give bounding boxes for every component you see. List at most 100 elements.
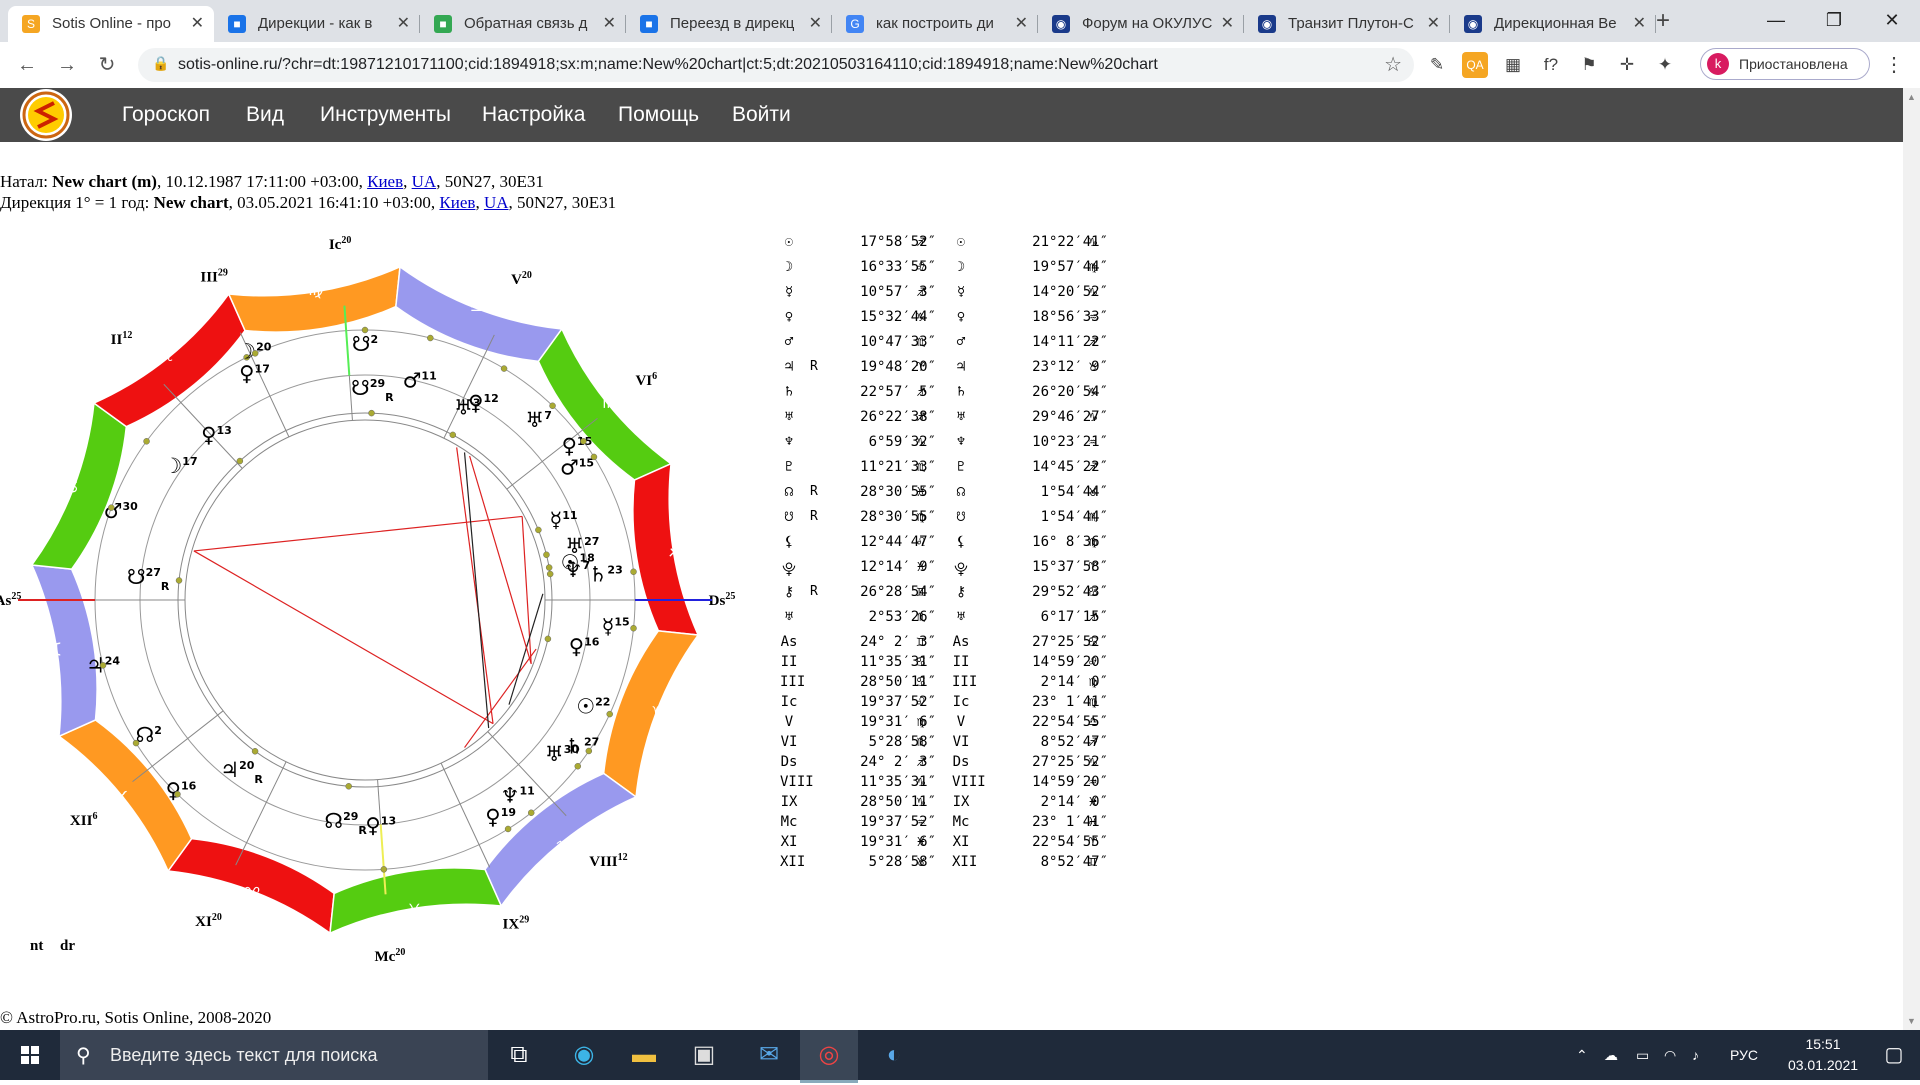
address-bar[interactable]: 🔒 sotis-online.ru/?chr=dt:19871210171100…: [138, 48, 1414, 82]
tab-close-icon[interactable]: ✕: [809, 6, 822, 42]
direction-country-link[interactable]: UA: [484, 193, 509, 212]
tab-close-icon[interactable]: ✕: [1221, 6, 1234, 42]
planet-icon[interactable]: ☊29R: [324, 809, 367, 837]
mail-icon[interactable]: ✉: [740, 1030, 798, 1080]
edge-icon[interactable]: ◉: [555, 1030, 613, 1080]
maximize-button[interactable]: ❐: [1806, 0, 1862, 42]
notification-icon[interactable]: ▢: [1868, 1030, 1920, 1080]
taskbar-search[interactable]: ⚲ Введите здесь текст для поиска: [60, 1030, 488, 1080]
battery-icon[interactable]: ▭: [1636, 1030, 1649, 1080]
browser-tab[interactable]: S Sotis Online - про ✕: [8, 6, 214, 42]
file-explorer-icon[interactable]: ▬: [615, 1030, 673, 1080]
extension-icon[interactable]: ⚑: [1576, 52, 1602, 78]
wifi-icon[interactable]: ◠: [1664, 1030, 1676, 1080]
planet-icon[interactable]: ♀16: [166, 779, 197, 803]
natal-label[interactable]: nt: [30, 938, 43, 955]
planet-icon[interactable]: ☋27R: [127, 565, 170, 593]
store-icon[interactable]: ▣: [675, 1030, 733, 1080]
planet-icon[interactable]: ♀16: [569, 635, 600, 659]
browser-tab[interactable]: ◉ Форум на ОКУЛУС ✕: [1038, 6, 1244, 42]
taskbar-clock[interactable]: 15:51 03.01.2021: [1778, 1034, 1868, 1076]
planet-icon[interactable]: ♃20R: [220, 758, 263, 786]
browser-tab[interactable]: ◉ Дирекционная Ве ✕: [1450, 6, 1656, 42]
nav-link[interactable]: Вид: [246, 88, 284, 142]
point-glyph-icon: As: [952, 634, 970, 650]
natal-country-link[interactable]: UA: [412, 172, 437, 191]
direction-label[interactable]: dr: [60, 938, 75, 955]
nav-link[interactable]: Инструменты: [320, 88, 451, 142]
browser-tab[interactable]: ■ Обратная связь д ✕: [420, 6, 626, 42]
planet-icon[interactable]: ☋2: [352, 332, 378, 356]
tab-close-icon[interactable]: ✕: [397, 6, 410, 42]
profile-button[interactable]: k Приостановлена: [1700, 48, 1870, 80]
bookmark-star-icon[interactable]: ☆: [1384, 52, 1402, 77]
extension-icon[interactable]: ✎: [1424, 52, 1450, 78]
tab-close-icon[interactable]: ✕: [1015, 6, 1028, 42]
tab-close-icon[interactable]: ✕: [1633, 6, 1646, 42]
extension-icon[interactable]: ✛: [1614, 52, 1640, 78]
horoscope-wheel[interactable]: ♈♉♊♋♌♍♎♏♐♑♒♓As25II12III29Ic20V20VI6Ds25V…: [0, 222, 750, 982]
planet-icon[interactable]: ♆11: [501, 783, 535, 807]
reload-button[interactable]: ↻: [92, 50, 122, 80]
windows-start-button[interactable]: [0, 1030, 60, 1080]
planet-icon[interactable]: ♄23: [589, 563, 623, 587]
planet-icon[interactable]: ☋29R: [351, 376, 394, 404]
chrome-icon[interactable]: ◎: [800, 1030, 858, 1083]
planet-icon[interactable]: ☽17: [163, 454, 197, 478]
planet-icon[interactable]: ♀15: [562, 434, 593, 458]
direction-city-link[interactable]: Киев: [439, 193, 475, 212]
window-close-button[interactable]: ✕: [1864, 0, 1920, 42]
lock-icon[interactable]: 🔒: [152, 55, 169, 72]
taskbar-search-input[interactable]: Введите здесь текст для поиска: [110, 1030, 378, 1080]
browser-tab[interactable]: ■ Переезд в дирекц ✕: [626, 6, 832, 42]
point-glyph-icon: ⚷: [955, 584, 967, 600]
browser-tab[interactable]: ◉ Транзит Плутон-С ✕: [1244, 6, 1450, 42]
planet-icon[interactable]: ♅7: [525, 408, 551, 432]
tab-close-icon[interactable]: ✕: [603, 6, 616, 42]
nav-link[interactable]: Настройка: [482, 88, 585, 142]
sign-glyph-icon: ♓: [916, 559, 926, 575]
planet-icon[interactable]: ☊2: [136, 723, 162, 747]
planet-icon[interactable]: ♂15: [560, 456, 594, 480]
planet-icon[interactable]: ♀17: [239, 362, 270, 386]
onedrive-icon[interactable]: ☁: [1604, 1030, 1618, 1080]
planet-icon[interactable]: ☿15: [602, 614, 630, 638]
planet-icon[interactable]: ☿11: [549, 508, 577, 532]
address-url[interactable]: sotis-online.ru/?chr=dt:19871210171100;c…: [178, 48, 1158, 82]
browser-menu-icon[interactable]: ⋮: [1884, 52, 1904, 77]
extension-icon[interactable]: f?: [1538, 52, 1564, 78]
extension-icon[interactable]: ✦: [1652, 52, 1678, 78]
browser-tab[interactable]: ■ Дирекции - как в ✕: [214, 6, 420, 42]
forward-button[interactable]: →: [52, 50, 82, 80]
nav-link[interactable]: Войти: [732, 88, 791, 142]
natal-city-link[interactable]: Киев: [367, 172, 403, 191]
tab-close-icon[interactable]: ✕: [1427, 6, 1440, 42]
minimize-button[interactable]: —: [1748, 0, 1804, 42]
planet-icon[interactable]: ☉22: [576, 694, 610, 718]
browser-tab[interactable]: Gкак построить ди ✕: [832, 6, 1038, 42]
planet-icon[interactable]: ♀13: [201, 423, 232, 447]
scroll-up-icon[interactable]: ▲: [1907, 92, 1916, 102]
browser-toolbar: ← → ↻ 🔒 sotis-online.ru/?chr=dt:19871210…: [0, 42, 1920, 89]
planet-icon[interactable]: ♂11: [403, 369, 437, 393]
tray-expand-icon[interactable]: ⌃: [1576, 1030, 1588, 1080]
planet-icon[interactable]: ♄27: [565, 735, 599, 759]
new-tab-button[interactable]: +: [1656, 6, 1670, 36]
planet-icon[interactable]: ♅3: [454, 396, 480, 420]
planet-icon[interactable]: ♀19: [485, 805, 516, 829]
tab-close-icon[interactable]: ✕: [191, 6, 204, 42]
scroll-down-icon[interactable]: ▼: [1907, 1016, 1916, 1026]
language-indicator[interactable]: РУС: [1730, 1030, 1758, 1080]
site-logo[interactable]: [20, 89, 72, 141]
nav-link[interactable]: Гороскоп: [122, 88, 210, 142]
sotis-app-icon[interactable]: ◐: [865, 1030, 923, 1080]
planet-icon[interactable]: ♀13: [365, 813, 396, 837]
planet-icon[interactable]: ♂30: [104, 499, 138, 523]
task-view-icon[interactable]: ⧉: [490, 1030, 548, 1080]
back-button[interactable]: ←: [12, 50, 42, 80]
extension-icon[interactable]: QA: [1462, 52, 1488, 78]
nav-link[interactable]: Помощь: [618, 88, 699, 142]
extension-icon[interactable]: ▦: [1500, 52, 1526, 78]
volume-icon[interactable]: ♪: [1692, 1030, 1699, 1080]
page-scrollbar[interactable]: ▲ ▼: [1903, 88, 1920, 1030]
